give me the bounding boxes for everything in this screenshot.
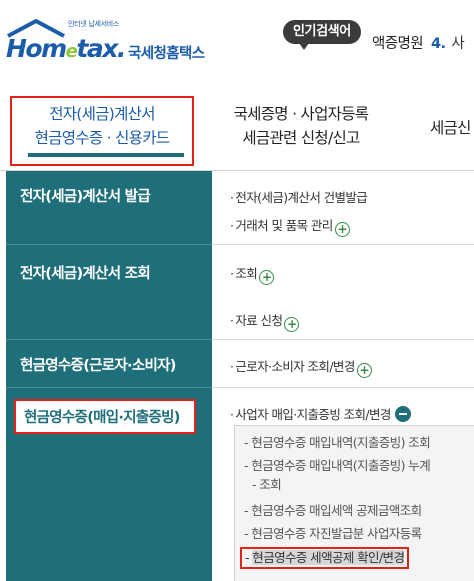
- row-divider: [212, 387, 474, 388]
- plus-circle-icon[interactable]: +: [259, 270, 275, 285]
- main-nav: 전자(세금)계산서 현금영수증 · 신용카드 국세증명 · 사업자등록 세금관련…: [0, 88, 474, 170]
- tab-e-invoice-cash-receipt[interactable]: 전자(세금)계산서 현금영수증 · 신용카드: [10, 96, 194, 166]
- submenu-item-tax-credit-confirm[interactable]: 현금영수증 세액공제 확인/변경: [240, 547, 410, 569]
- menu-item-query[interactable]: 조회+: [230, 263, 275, 285]
- row-divider: [212, 339, 474, 340]
- category-e-invoice-query[interactable]: 전자(세금)계산서 조회: [6, 262, 212, 283]
- submenu-item[interactable]: 현금영수증 자진발급분 사업자등록: [244, 525, 422, 543]
- menu-item-consumer-query[interactable]: 근로자·소비자 조회/변경+: [230, 356, 372, 378]
- logo-wordmark: Hometax.: [6, 34, 126, 63]
- popular-search-badge: 인기검색어: [283, 20, 361, 50]
- ticker-rank: 4.: [430, 36, 446, 52]
- logo-tagline: 인터넷 납세서비스: [68, 20, 120, 28]
- submenu-item[interactable]: 현금영수증 매입내역(지출증빙) 누계: [244, 457, 430, 475]
- category-cash-receipt-consumer[interactable]: 현금영수증(근로자·소비자): [6, 354, 212, 375]
- menu-item-single-issue[interactable]: 전자(세금)계산서 건별발급: [230, 187, 367, 206]
- category-column: 전자(세금)계산서 발급 전자(세금)계산서 조회 현금영수증(근로자·소비자)…: [6, 171, 212, 581]
- site-header: 인터넷 납세서비스 Hometax. 국세청홈택스 인기검색어 액증명원 4. 사: [0, 0, 474, 88]
- category-divider: [6, 387, 212, 388]
- category-cash-receipt-business[interactable]: 현금영수증(매입·지출증빙): [14, 399, 196, 434]
- tab-tax-report[interactable]: 세금신: [430, 116, 474, 140]
- popular-search-ticker[interactable]: 액증명원 4. 사: [372, 32, 465, 53]
- hometax-logo[interactable]: 인터넷 납세서비스 Hometax. 국세청홈택스: [6, 18, 236, 68]
- tab-label-line1: 국세증명 · 사업자등록: [233, 105, 369, 123]
- site-name: 국세청홈택스: [128, 46, 205, 62]
- row-divider: [212, 244, 474, 245]
- tab-label-line2: 현금영수증 · 신용카드: [34, 129, 170, 147]
- tab-label-line1: 세금신: [430, 119, 471, 137]
- minus-circle-icon[interactable]: [394, 406, 411, 422]
- submenu-item[interactable]: 현금영수증 매입내역(지출증빙) 조회: [244, 434, 430, 452]
- menu-item-data-request[interactable]: 자료 신청+: [230, 310, 300, 332]
- plus-circle-icon[interactable]: +: [356, 363, 372, 378]
- mega-menu: 전자(세금)계산서 발급 전자(세금)계산서 조회 현금영수증(근로자·소비자)…: [6, 171, 474, 581]
- ticker-next-term[interactable]: 사: [451, 36, 464, 52]
- menu-item-business-expense-query[interactable]: 사업자 매입·지출증빙 조회/변경: [230, 404, 411, 423]
- submenu-item[interactable]: 현금영수증 매입세액 공제금액조회: [244, 502, 422, 520]
- plus-circle-icon[interactable]: +: [284, 317, 300, 332]
- ticker-term[interactable]: 액증명원: [372, 36, 424, 52]
- menu-item-partner-management[interactable]: 거래처 및 품목 관리+: [230, 215, 350, 237]
- submenu-item-continued[interactable]: 조회: [252, 476, 281, 494]
- tab-certificate-registration[interactable]: 국세증명 · 사업자등록 세금관련 신청/신고: [212, 102, 390, 150]
- category-divider: [6, 244, 212, 245]
- tab-label-line1: 전자(세금)계산서: [49, 105, 155, 123]
- active-tab-underline: [28, 153, 184, 157]
- submenu-panel: 현금영수증 매입내역(지출증빙) 조회 현금영수증 매입내역(지출증빙) 누계 …: [234, 425, 474, 581]
- tab-label-line2: 세금관련 신청/신고: [242, 129, 360, 147]
- plus-circle-icon[interactable]: +: [334, 222, 350, 237]
- category-e-invoice-issue[interactable]: 전자(세금)계산서 발급: [6, 185, 212, 206]
- category-divider: [6, 339, 212, 340]
